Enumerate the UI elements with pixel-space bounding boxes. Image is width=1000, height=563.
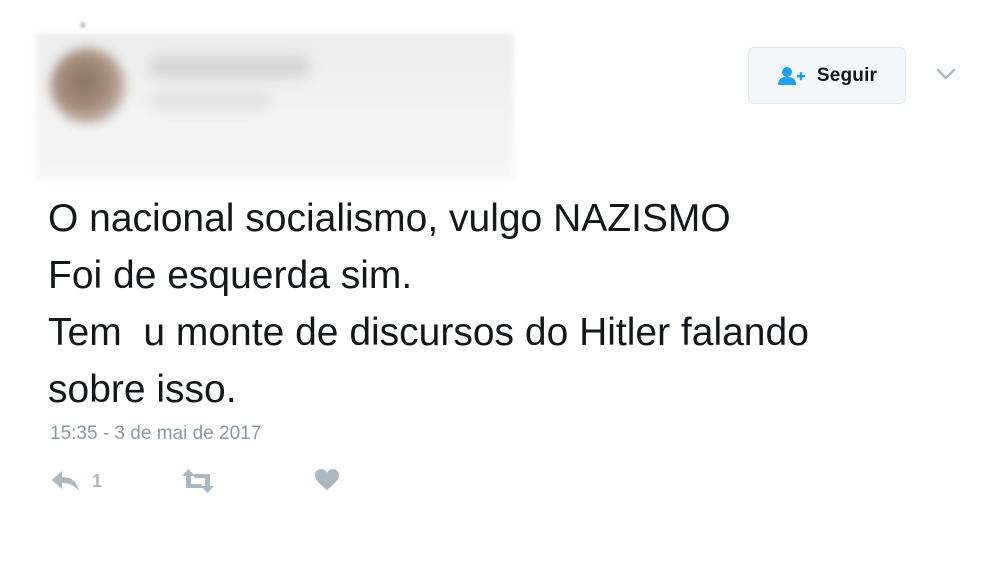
tweet-card: Seguir O nacional socialismo, vulgo NAZI… <box>0 0 1000 563</box>
tweet-text-line: Tem u monte de discursos do Hitler falan… <box>48 311 809 354</box>
tweet-text-line: O nacional socialismo, vulgo NAZISMO <box>48 197 731 240</box>
tweet-text: O nacional socialismo, vulgo NAZISMO Foi… <box>48 190 978 418</box>
tweet-text-line: Foi de esquerda sim. <box>48 254 413 297</box>
chevron-down-icon[interactable] <box>934 64 958 84</box>
redacted-display-name[interactable] <box>150 56 310 78</box>
tweet-timestamp[interactable]: 15:35 - 3 de mai de 2017 <box>50 423 261 445</box>
tweet-text-line: sobre isso. <box>48 368 237 411</box>
retweet-button[interactable] <box>180 468 216 494</box>
reply-count: 1 <box>92 470 103 491</box>
reply-icon <box>50 468 82 494</box>
redacted-username[interactable] <box>150 92 270 108</box>
follow-button-label: Seguir <box>816 64 878 86</box>
like-icon <box>314 468 340 492</box>
avatar[interactable] <box>50 48 126 124</box>
redacted-mark <box>80 22 86 28</box>
reply-button[interactable]: 1 <box>50 468 102 494</box>
follow-button[interactable]: Seguir <box>748 47 906 104</box>
like-button[interactable] <box>314 468 340 492</box>
add-user-icon <box>777 66 807 86</box>
retweet-icon <box>180 468 216 494</box>
